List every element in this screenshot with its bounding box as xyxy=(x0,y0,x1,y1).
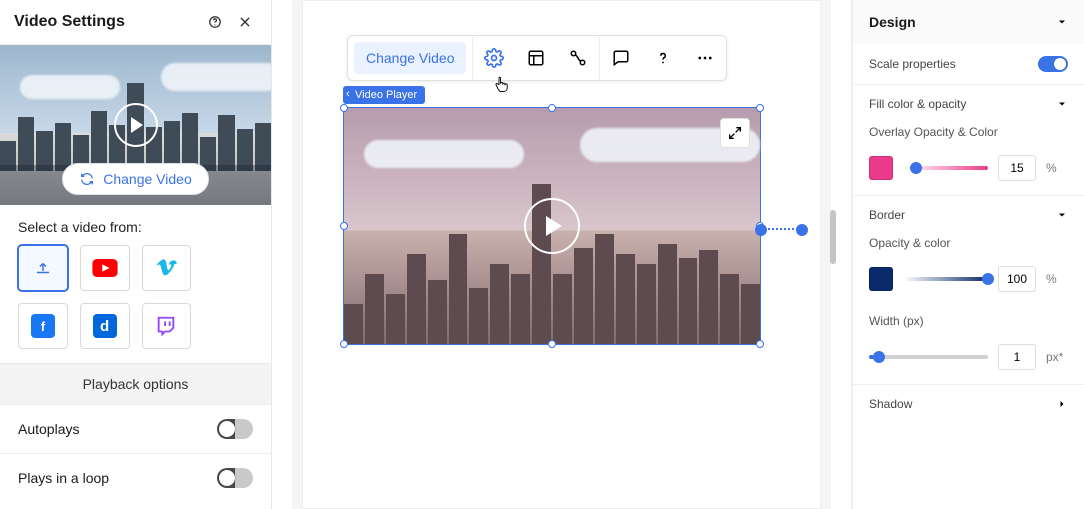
change-video-label: Change Video xyxy=(103,171,191,187)
vimeo-icon xyxy=(155,258,177,278)
resize-handle[interactable] xyxy=(756,340,764,348)
video-settings-panel: Video Settings Change Video Select a vid… xyxy=(0,0,272,509)
help-icon xyxy=(208,15,222,29)
docking-guide xyxy=(761,228,802,230)
expand-button[interactable] xyxy=(720,118,750,148)
toolbar-change-video[interactable]: Change Video xyxy=(354,42,466,74)
loop-label: Plays in a loop xyxy=(18,470,217,486)
help-icon xyxy=(654,49,672,67)
editor-canvas-area: Change Video Video P xyxy=(272,0,852,509)
change-video-button[interactable]: Change Video xyxy=(62,163,208,195)
toolbar-settings[interactable] xyxy=(473,38,515,78)
gear-icon xyxy=(484,48,504,68)
facebook-icon: f xyxy=(31,314,55,338)
scale-label: Scale properties xyxy=(869,57,1038,71)
youtube-icon xyxy=(92,259,118,277)
resize-handle[interactable] xyxy=(340,340,348,348)
more-icon xyxy=(696,49,714,67)
play-icon[interactable] xyxy=(114,103,158,147)
overlay-opacity-input[interactable] xyxy=(998,155,1036,181)
design-header[interactable]: Design xyxy=(853,0,1084,44)
width-input[interactable] xyxy=(998,344,1036,370)
chevron-down-icon xyxy=(1056,209,1068,221)
source-dailymotion[interactable]: d xyxy=(80,303,130,349)
panel-title: Video Settings xyxy=(14,13,203,31)
resize-handle[interactable] xyxy=(548,104,556,112)
video-player-element[interactable] xyxy=(343,107,761,345)
overlay-label: Overlay Opacity & Color xyxy=(853,123,1084,149)
resize-handle[interactable] xyxy=(548,340,556,348)
source-twitch[interactable] xyxy=(142,303,192,349)
resize-handle[interactable] xyxy=(340,222,348,230)
source-grid: f d xyxy=(0,245,271,363)
pointer-cursor-icon xyxy=(493,73,511,95)
video-preview: Change Video xyxy=(0,45,271,205)
toolbar-more[interactable] xyxy=(684,38,726,78)
fill-header[interactable]: Fill color & opacity xyxy=(853,84,1084,123)
close-button[interactable] xyxy=(233,10,257,34)
toolbar-comment[interactable] xyxy=(600,38,642,78)
percent-unit: % xyxy=(1046,272,1068,286)
border-controls: % xyxy=(853,260,1084,306)
chevron-right-icon xyxy=(1056,398,1068,410)
scale-toggle[interactable] xyxy=(1038,56,1068,72)
loop-row: Plays in a loop xyxy=(0,453,271,502)
overlay-opacity-slider[interactable] xyxy=(903,156,988,180)
element-toolbar: Change Video xyxy=(347,35,727,81)
close-icon xyxy=(238,15,252,29)
loop-toggle[interactable] xyxy=(217,468,253,488)
comment-icon xyxy=(612,49,630,67)
panel-header: Video Settings xyxy=(0,0,271,45)
width-label: Width (px) xyxy=(853,306,1084,338)
toolbar-layout[interactable] xyxy=(515,38,557,78)
border-opacity-slider[interactable] xyxy=(903,267,988,291)
design-panel: Design Scale properties Fill color & opa… xyxy=(852,0,1084,509)
dailymotion-icon: d xyxy=(93,314,117,338)
layout-icon xyxy=(527,49,545,67)
source-vimeo[interactable] xyxy=(142,245,192,291)
percent-unit: % xyxy=(1046,161,1068,175)
expand-icon xyxy=(727,125,743,141)
chevron-down-icon xyxy=(1056,98,1068,110)
toolbar-help[interactable] xyxy=(642,38,684,78)
border-header[interactable]: Border xyxy=(853,195,1084,234)
upload-icon xyxy=(34,259,52,277)
design-title: Design xyxy=(869,14,916,30)
help-button[interactable] xyxy=(203,10,227,34)
source-section-label: Select a video from: xyxy=(0,205,271,245)
resize-handle[interactable] xyxy=(756,104,764,112)
twitch-icon xyxy=(155,315,177,337)
element-tag[interactable]: Video Player xyxy=(343,86,425,104)
overlay-controls: % xyxy=(853,149,1084,195)
scale-row: Scale properties xyxy=(853,44,1084,84)
border-color-swatch[interactable] xyxy=(869,267,893,291)
source-youtube[interactable] xyxy=(80,245,130,291)
border-opacity-input[interactable] xyxy=(998,266,1036,292)
autoplays-row: Autoplays xyxy=(0,404,271,453)
width-slider[interactable] xyxy=(869,345,988,369)
px-unit: px* xyxy=(1046,350,1068,364)
source-upload[interactable] xyxy=(18,245,68,291)
video-play-icon[interactable] xyxy=(524,198,580,254)
overlay-color-swatch[interactable] xyxy=(869,156,893,180)
dock-handle[interactable] xyxy=(755,224,767,236)
source-facebook[interactable]: f xyxy=(18,303,68,349)
toolbar-animations[interactable] xyxy=(557,38,599,78)
canvas[interactable]: Change Video Video P xyxy=(302,0,821,509)
border-opacity-label: Opacity & color xyxy=(853,234,1084,260)
playback-section-header: Playback options xyxy=(0,363,271,404)
resize-handle[interactable] xyxy=(340,104,348,112)
scrollbar[interactable] xyxy=(830,210,836,264)
chevron-down-icon xyxy=(1056,16,1068,28)
animation-icon xyxy=(569,49,587,67)
refresh-icon xyxy=(79,171,95,187)
dock-handle[interactable] xyxy=(796,224,808,236)
shadow-header[interactable]: Shadow xyxy=(853,384,1084,423)
autoplays-toggle[interactable] xyxy=(217,419,253,439)
width-controls: px* xyxy=(853,338,1084,384)
autoplays-label: Autoplays xyxy=(18,421,217,437)
